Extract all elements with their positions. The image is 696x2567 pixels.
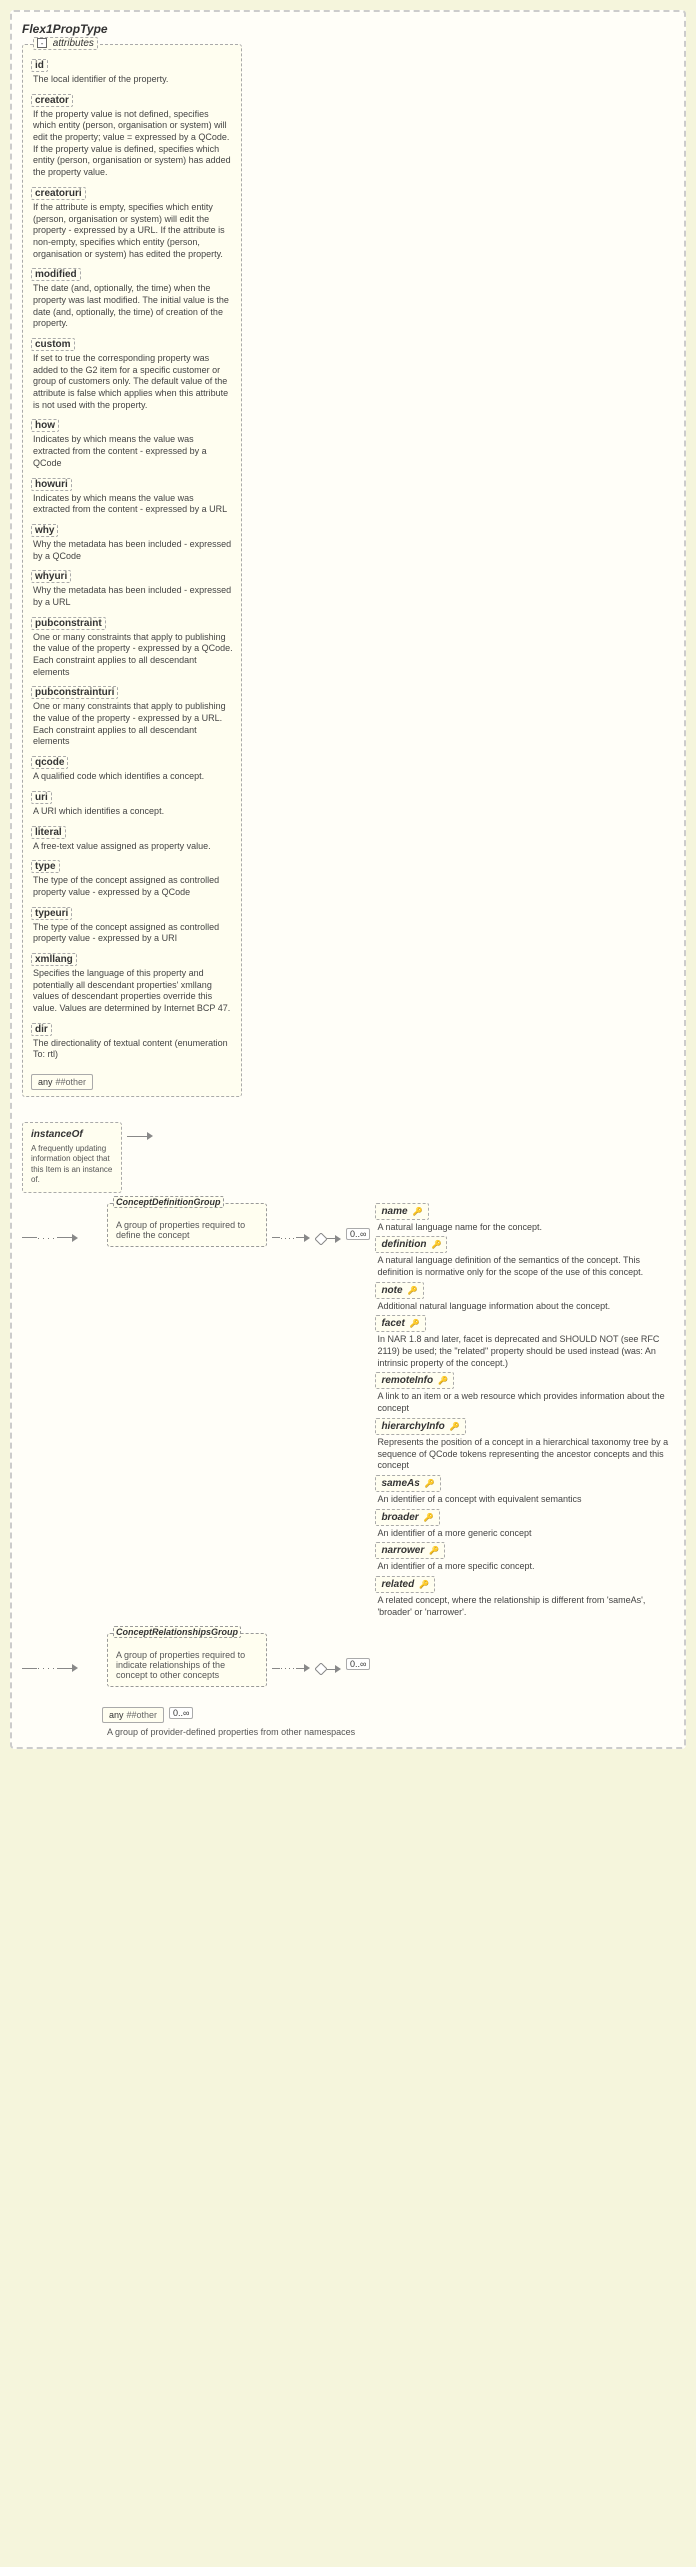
connector-line <box>127 1136 147 1137</box>
diamond-connector <box>315 1233 341 1245</box>
bottom-diamond-connector <box>315 1663 341 1675</box>
attr-uri: uri A URI which identifies a concept. <box>31 791 233 818</box>
bottom-left-connector: ···· <box>22 1663 102 1673</box>
key-icon: 🔑 <box>431 1240 441 1249</box>
concept-rel-header: ConceptRelationshipsGroup <box>113 1626 241 1638</box>
cardinality-section: 0..∞ <box>346 1228 370 1240</box>
attr-typeuri: typeuri The type of the concept assigned… <box>31 907 233 945</box>
middle-left-connector: ···· <box>22 1233 102 1243</box>
arrow-right-icon <box>147 1132 153 1140</box>
arrow-right-icon <box>72 1234 78 1242</box>
instance-of-box: instanceOf A frequently updating informa… <box>22 1122 122 1193</box>
right-item-broader: broader 🔑 An identifier of a more generi… <box>375 1509 674 1540</box>
instance-of-desc: A frequently updating information object… <box>31 1144 113 1186</box>
right-item-sameas: sameAs 🔑 An identifier of a concept with… <box>375 1475 674 1506</box>
attr-howuri: howuri Indicates by which means the valu… <box>31 478 233 516</box>
bottom-any-row: any ##other 0..∞ <box>102 1702 674 1723</box>
attr-type: type The type of the concept assigned as… <box>31 860 233 898</box>
top-section: - attributes id The local identifier of … <box>22 44 674 1193</box>
attr-xmllang: xmllang Specifies the language of this p… <box>31 953 233 1015</box>
key-icon: 🔑 <box>429 1546 439 1555</box>
attr-creatoruri: creatoruri If the attribute is empty, sp… <box>31 187 233 260</box>
key-icon: 🔑 <box>419 1580 429 1589</box>
collapse-icon[interactable]: - <box>37 38 47 48</box>
attr-id: id The local identifier of the property. <box>31 59 233 86</box>
key-icon: 🔑 <box>408 1286 418 1295</box>
right-item-note: note 🔑 Additional natural language infor… <box>375 1282 674 1313</box>
attr-literal: literal A free-text value assigned as pr… <box>31 826 233 853</box>
key-icon: 🔑 <box>424 1513 434 1522</box>
left-line <box>22 1237 37 1238</box>
bottom-section: ···· ConceptRelationshipsGroup A group o… <box>22 1633 674 1687</box>
any-other-row: any ##other <box>31 1069 233 1090</box>
attributes-list: id The local identifier of the property.… <box>31 59 233 1090</box>
cardinality-box: 0..∞ <box>346 1228 370 1240</box>
right-arrow-icon <box>335 1235 341 1243</box>
attr-qcode: qcode A qualified code which identifies … <box>31 756 233 783</box>
instance-of-section: instanceOf A frequently updating informa… <box>22 1112 242 1193</box>
concept-def-desc: A group of properties required to define… <box>116 1220 258 1240</box>
attr-why: why Why the metadata has been included -… <box>31 524 233 562</box>
right-line <box>57 1237 72 1238</box>
bottom-any-cardinality: 0..∞ <box>169 1707 193 1719</box>
attr-how: how Indicates by which means the value w… <box>31 419 233 469</box>
right-item-narrower: narrower 🔑 An identifier of a more speci… <box>375 1542 674 1573</box>
diamond-icon <box>315 1233 327 1245</box>
dots-icon: ···· <box>37 1233 57 1243</box>
middle-section: ···· ConceptDefinitionGroup A group of p… <box>22 1203 674 1619</box>
bottom-diamond-icon <box>315 1663 327 1675</box>
instance-of-header: instanceOf <box>31 1129 113 1140</box>
bottom-any-desc: A group of provider-defined properties f… <box>102 1727 674 1737</box>
right-item-definition: definition 🔑 A natural language definiti… <box>375 1236 674 1278</box>
attr-dir: dir The directionality of textual conten… <box>31 1023 233 1061</box>
right-items-section: name 🔑 A natural language name for the c… <box>375 1203 674 1619</box>
bottom-any-box: any ##other <box>102 1707 164 1723</box>
bottom-cardinality-box: 0..∞ <box>346 1658 370 1670</box>
right-item-name: name 🔑 A natural language name for the c… <box>375 1203 674 1234</box>
attr-pubconstrainturi: pubconstrainturi One or many constraints… <box>31 686 233 748</box>
attributes-header: - attributes <box>33 37 98 50</box>
key-icon: 🔑 <box>410 1319 420 1328</box>
bottom-cardinality-section: 0..∞ <box>346 1658 370 1670</box>
key-icon: 🔑 <box>450 1422 460 1431</box>
right-item-related: related 🔑 A related concept, where the r… <box>375 1576 674 1618</box>
bottom-arrow-connector: ···· <box>272 1663 310 1673</box>
middle-arrow-connector: ···· <box>272 1233 310 1243</box>
key-icon: 🔑 <box>438 1376 448 1385</box>
attr-custom: custom If set to true the corresponding … <box>31 338 233 411</box>
attr-creator: creator If the property value is not def… <box>31 94 233 179</box>
right-item-remoteinfo: remoteInfo 🔑 A link to an item or a web … <box>375 1372 674 1414</box>
instance-connector <box>127 1132 153 1140</box>
right-item-facet: facet 🔑 In NAR 1.8 and later, facet is d… <box>375 1315 674 1369</box>
bottom-right-arrow-icon <box>335 1665 341 1673</box>
attr-modified: modified The date (and, optionally, the … <box>31 268 233 330</box>
concept-rel-desc: A group of properties required to indica… <box>116 1650 258 1680</box>
any-other-box: any ##other <box>31 1074 93 1090</box>
key-icon: 🔑 <box>425 1479 435 1488</box>
attr-whyuri: whyuri Why the metadata has been include… <box>31 570 233 608</box>
attributes-box: - attributes id The local identifier of … <box>22 44 242 1097</box>
attr-pubconstraint: pubconstraint One or many constraints th… <box>31 617 233 679</box>
attributes-section: - attributes id The local identifier of … <box>22 44 242 1193</box>
concept-def-header: ConceptDefinitionGroup <box>113 1196 224 1208</box>
bottom-arrow-right-icon <box>72 1664 78 1672</box>
key-icon: 🔑 <box>413 1207 423 1216</box>
main-frame: Flex1PropType - attributes id The local … <box>10 10 686 1749</box>
bottom-any-section: any ##other 0..∞ A group of provider-def… <box>102 1702 674 1737</box>
right-item-hierarchyinfo: hierarchyInfo 🔑 Represents the position … <box>375 1418 674 1472</box>
concept-relationships-group-box: ConceptRelationshipsGroup A group of pro… <box>107 1633 267 1687</box>
concept-definition-group-box: ConceptDefinitionGroup A group of proper… <box>107 1203 267 1247</box>
bottom-arrow-right2-icon <box>304 1664 310 1672</box>
middle-arrow-right-icon <box>304 1234 310 1242</box>
page-title: Flex1PropType <box>22 22 674 36</box>
